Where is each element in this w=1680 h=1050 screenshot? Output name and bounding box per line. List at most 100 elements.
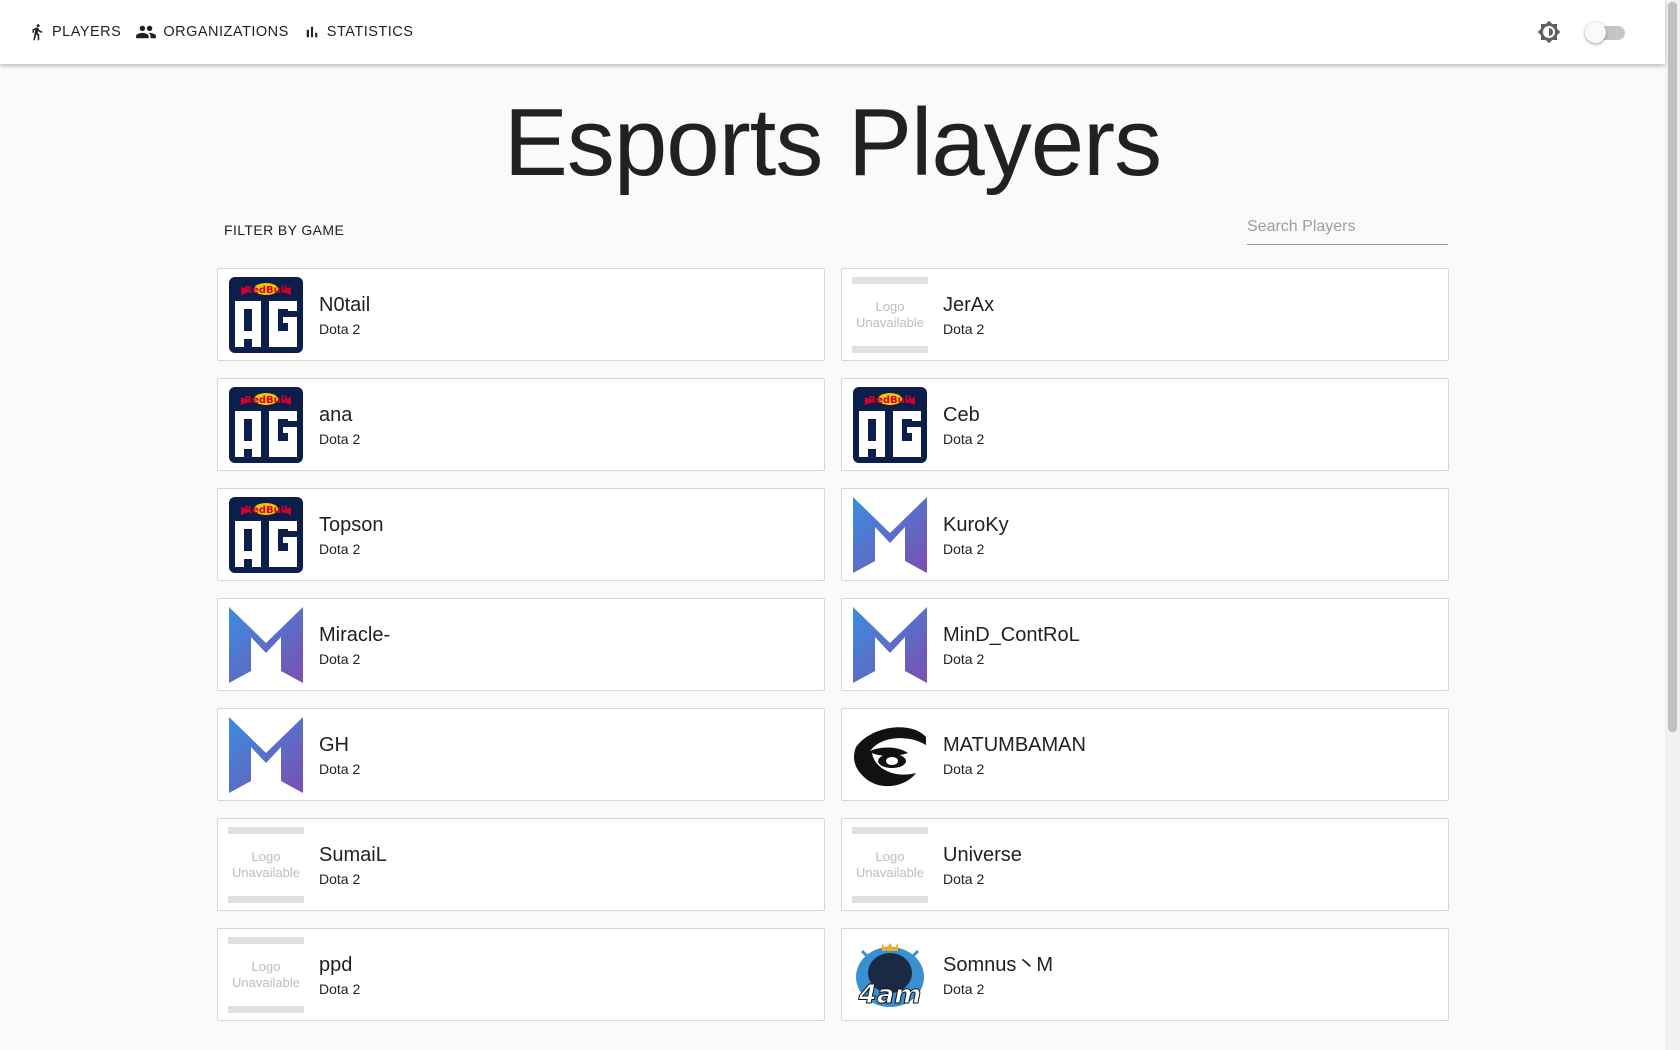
player-card[interactable]: Logo Unavailable SumaiL Dota 2	[217, 818, 825, 911]
player-info: JerAx Dota 2	[943, 293, 994, 337]
people-icon	[136, 25, 157, 39]
player-name: Somnus丶M	[943, 953, 1054, 976]
og-logo: RedBull	[228, 496, 304, 573]
player-name: MATUMBAMAN	[943, 733, 1086, 756]
player-game: Dota 2	[943, 320, 985, 337]
player-game: Dota 2	[319, 980, 361, 997]
player-card[interactable]: Logo Unavailable Universe Dota 2	[841, 818, 1449, 911]
player-game: Dota 2	[319, 870, 361, 887]
nav-organizations[interactable]: ORGANIZATIONS	[135, 23, 288, 41]
secret-logo	[852, 717, 928, 793]
top-app-bar: PLAYERS ORGANIZATIONS STATISTICS	[0, 0, 1665, 64]
player-game: Dota 2	[943, 760, 985, 777]
player-info: GH Dota 2	[319, 733, 360, 777]
player-info: MATUMBAMAN Dota 2	[943, 733, 1086, 777]
scrollbar-thumb[interactable]	[1668, 2, 1677, 732]
player-card[interactable]: GH Dota 2	[217, 708, 825, 801]
dark-mode-toggle[interactable]	[1585, 20, 1625, 44]
og-logo: RedBull	[228, 276, 304, 353]
player-game: Dota 2	[943, 980, 985, 997]
logo-unavailable-placeholder: Logo Unavailable	[852, 276, 928, 353]
player-card[interactable]: RedBull Topson Dota 2	[217, 488, 825, 581]
logo-unavailable-line1: Logo	[251, 958, 281, 974]
player-name: GH	[319, 733, 349, 756]
4am-logo: 4am	[852, 937, 928, 1013]
search-players-field[interactable]	[1247, 212, 1448, 245]
player-game: Dota 2	[943, 870, 985, 887]
nav-statistics-label: STATISTICS	[326, 24, 414, 40]
placeholder-bar	[228, 936, 304, 944]
player-info: MinD_ContRoL Dota 2	[943, 623, 1080, 667]
svg-text:RedBull: RedBull	[244, 505, 287, 516]
svg-text:RedBull: RedBull	[868, 395, 911, 406]
player-info: Miracle- Dota 2	[319, 623, 390, 667]
player-card[interactable]: Logo Unavailable ppd Dota 2	[217, 928, 825, 1021]
page-scrollbar[interactable]	[1665, 0, 1680, 1050]
logo-unavailable-line2: Unavailable	[856, 864, 924, 880]
player-card[interactable]: Logo Unavailable JerAx Dota 2	[841, 268, 1449, 361]
player-game: Dota 2	[319, 320, 361, 337]
player-card[interactable]: RedBull Ceb Dota 2	[841, 378, 1449, 471]
player-name: SumaiL	[319, 843, 387, 866]
placeholder-bar	[228, 826, 304, 834]
brightness-icon	[1537, 20, 1561, 44]
page-title: Esports Players	[503, 89, 1162, 196]
player-game: Dota 2	[943, 430, 985, 447]
logo-unavailable-line1: Logo	[251, 848, 281, 864]
player-info: Universe Dota 2	[943, 843, 1022, 887]
player-name: KuroKy	[943, 513, 1009, 536]
player-game: Dota 2	[319, 430, 361, 447]
placeholder-bar	[852, 276, 928, 284]
player-info: ppd Dota 2	[319, 953, 360, 997]
logo-unavailable-line1: Logo	[875, 298, 905, 314]
placeholder-bar	[852, 895, 928, 903]
logo-unavailable-text: Logo Unavailable	[228, 959, 304, 991]
player-name: Ceb	[943, 403, 980, 426]
player-card[interactable]: Miracle- Dota 2	[217, 598, 825, 691]
player-card[interactable]: MinD_ContRoL Dota 2	[841, 598, 1449, 691]
nav-players-label: PLAYERS	[52, 24, 122, 40]
player-game: Dota 2	[943, 540, 985, 557]
player-card[interactable]: KuroKy Dota 2	[841, 488, 1449, 581]
logo-unavailable-line1: Logo	[875, 848, 905, 864]
placeholder-bar	[228, 1005, 304, 1013]
logo-unavailable-placeholder: Logo Unavailable	[228, 826, 304, 903]
player-name: Miracle-	[319, 623, 391, 646]
logo-unavailable-text: Logo Unavailable	[852, 299, 928, 331]
appbar-tools	[1537, 0, 1625, 64]
placeholder-bar	[852, 826, 928, 834]
og-logo: RedBull	[852, 386, 928, 463]
player-info: KuroKy Dota 2	[943, 513, 1009, 557]
placeholder-bar	[228, 895, 304, 903]
player-card[interactable]: RedBull ana Dota 2	[217, 378, 825, 471]
nav-players[interactable]: PLAYERS	[28, 22, 121, 42]
player-info: ana Dota 2	[319, 403, 360, 447]
filter-by-game-button[interactable]: FILTER BY GAME	[216, 216, 352, 244]
player-game: Dota 2	[319, 650, 361, 667]
svg-text:RedBull: RedBull	[244, 285, 287, 296]
player-card[interactable]: MATUMBAMAN Dota 2	[841, 708, 1449, 801]
player-info: Somnus丶M Dota 2	[943, 953, 1053, 997]
logo-unavailable-line2: Unavailable	[232, 864, 300, 880]
player-name: JerAx	[943, 293, 995, 316]
main-nav: PLAYERS ORGANIZATIONS STATISTICS	[28, 22, 427, 42]
player-name: Universe	[943, 843, 1022, 866]
player-game: Dota 2	[943, 650, 985, 667]
player-card[interactable]: 4am Somnus丶M Dota 2	[841, 928, 1449, 1021]
player-grid: RedBull N0tail Dota 2 Logo Unavailable Je…	[217, 268, 1449, 1021]
logo-unavailable-line2: Unavailable	[232, 974, 300, 990]
player-card[interactable]: RedBull N0tail Dota 2	[217, 268, 825, 361]
player-name: MinD_ContRoL	[943, 623, 1080, 646]
logo-unavailable-text: Logo Unavailable	[852, 849, 928, 881]
nav-organizations-label: ORGANIZATIONS	[163, 24, 289, 40]
svg-text:RedBull: RedBull	[244, 395, 287, 406]
logo-unavailable-placeholder: Logo Unavailable	[852, 826, 928, 903]
player-info: Ceb Dota 2	[943, 403, 984, 447]
person-walking-icon	[32, 24, 43, 41]
search-input[interactable]	[1247, 212, 1448, 242]
player-name: N0tail	[319, 293, 371, 316]
nav-statistics[interactable]: STATISTICS	[303, 23, 414, 41]
player-info: SumaiL Dota 2	[319, 843, 387, 887]
player-info: Topson Dota 2	[319, 513, 384, 557]
nigma-logo	[852, 496, 928, 573]
